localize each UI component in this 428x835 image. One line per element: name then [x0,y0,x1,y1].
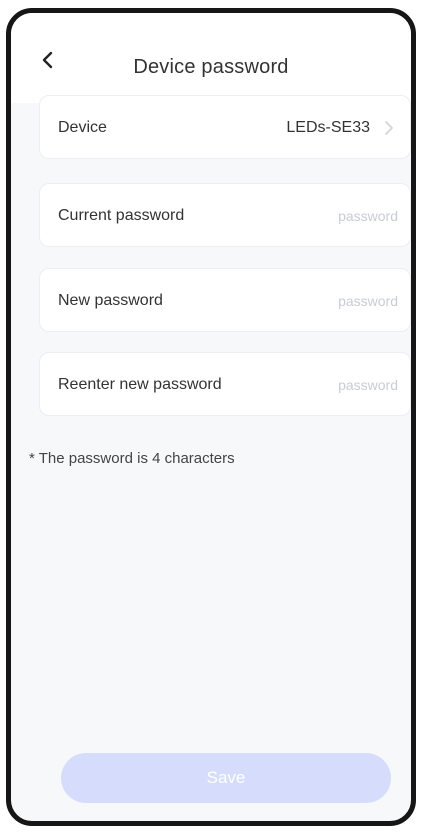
password-hint: * The password is 4 characters [29,450,235,467]
phone-frame: Device password Device LEDs-SE33 Current… [6,8,416,826]
page-title: Device password [133,56,289,78]
device-name: LEDs-SE33 [286,119,370,136]
top-bar: Device password [11,13,411,103]
current-password-input[interactable] [248,202,398,230]
reenter-password-input[interactable] [248,371,398,399]
current-password-row: Current password [39,183,411,247]
save-button[interactable]: Save [61,753,391,803]
new-password-row: New password [39,268,411,332]
reenter-password-label: Reenter new password [58,376,222,393]
current-password-label: Current password [58,207,185,224]
device-label: Device [58,119,107,136]
new-password-label: New password [58,292,163,309]
chevron-right-icon [385,121,393,135]
reenter-password-row: Reenter new password [39,352,411,416]
new-password-input[interactable] [248,287,398,315]
device-row[interactable]: Device LEDs-SE33 [39,95,411,159]
